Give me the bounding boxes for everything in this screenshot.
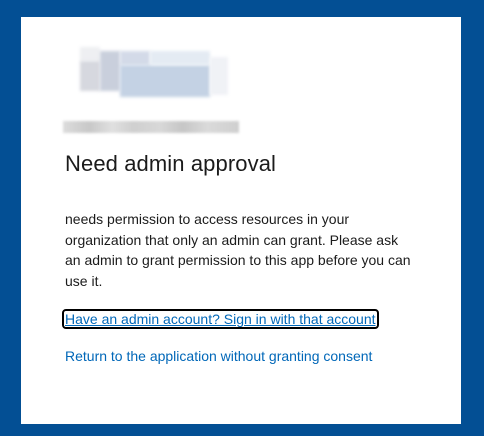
app-name-redacted xyxy=(63,121,239,133)
return-without-consent-link[interactable]: Return to the application without granti… xyxy=(65,348,372,364)
dialog-message: needs permission to access resources in … xyxy=(65,211,411,289)
dialog-title: Need admin approval xyxy=(65,151,277,176)
consent-dialog: Need admin approval needs permission to … xyxy=(21,17,461,424)
admin-signin-link[interactable]: Have an admin account? Sign in with that… xyxy=(62,309,379,329)
app-logo-redacted xyxy=(80,47,230,101)
